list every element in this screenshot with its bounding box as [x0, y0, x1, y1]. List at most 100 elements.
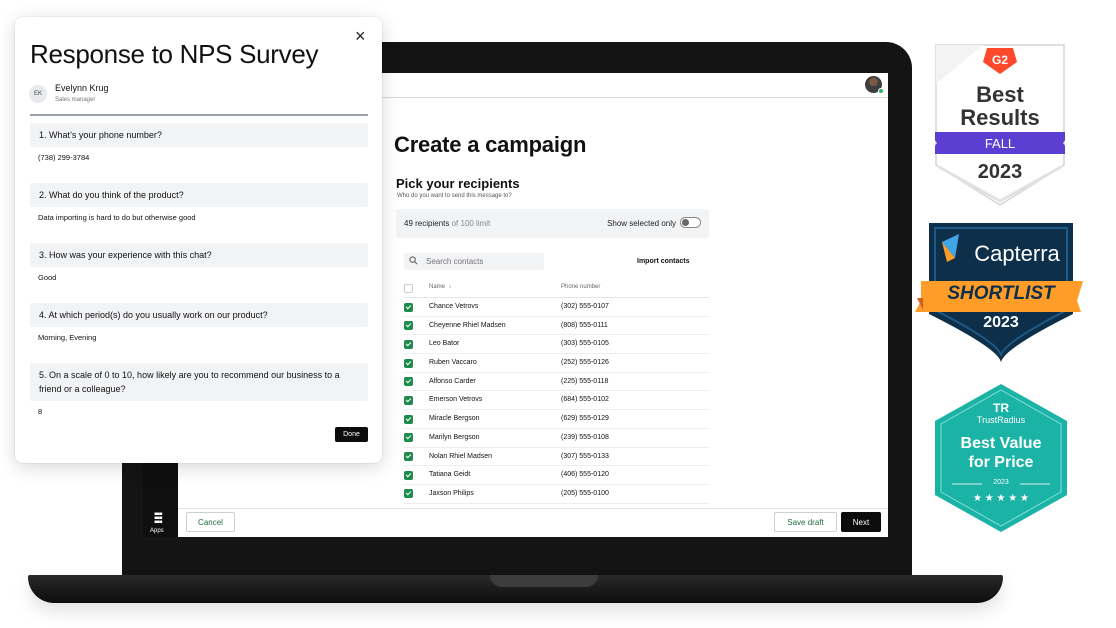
section-subtitle: Who do you want to send this message to? [397, 193, 512, 199]
cancel-button[interactable]: Cancel [186, 512, 235, 532]
contact-phone: (406) 555-0120 [561, 471, 609, 479]
recipients-limit: of 100 limit [451, 219, 491, 228]
side-rail: ▪▪▪ ▪▪▪ ▪▪▪ Apps [143, 463, 178, 537]
trustradius-line2: for Price [968, 454, 1034, 471]
online-status-indicator [878, 88, 884, 94]
trustradius-line1: Best Value [960, 435, 1042, 452]
contact-name: Marilyn Bergson [429, 433, 480, 441]
page-title: Create a campaign [394, 132, 587, 157]
row-checkbox[interactable] [404, 302, 413, 312]
save-draft-button[interactable]: Save draft [774, 512, 837, 532]
g2-line2: Results [960, 105, 1040, 130]
show-selected-label: Show selected only [607, 219, 676, 228]
table-row[interactable]: Alfonso Carder (225) 555-0118 [404, 373, 709, 392]
select-all-checkbox[interactable] [404, 284, 413, 293]
answer-5: 8 [38, 407, 43, 416]
search-input[interactable] [426, 253, 541, 270]
contact-name: Miracle Bergson [429, 415, 480, 423]
table-body: Chance Vetrovs (302) 555-0107 Cheyenne Rhi… [404, 298, 709, 504]
table-row[interactable]: Nolan Rhiel Madsen (307) 555-0133 [404, 448, 709, 467]
recipients-count: 49 recipients of 100 limit [404, 219, 490, 228]
column-header-phone: Phone number [561, 284, 601, 290]
footer-bar: Cancel Save draft Next [178, 508, 888, 537]
table-row[interactable]: Leo Bator (303) 555-0105 [404, 335, 709, 355]
contact-phone: (307) 555-0133 [561, 452, 609, 460]
trustradius-year: 2023 [993, 479, 1009, 486]
contact-phone: (808) 555-0111 [561, 321, 608, 329]
question-1: 1. What’s your phone number? [30, 123, 368, 147]
table-row[interactable]: Chance Vetrovs (302) 555-0107 [404, 298, 709, 317]
toggle-knob [682, 219, 689, 226]
row-checkbox[interactable] [404, 470, 413, 480]
laptop-notch [490, 575, 598, 587]
table-row[interactable]: Ruben Vaccaro (252) 555-0126 [404, 354, 709, 373]
question-5: 5. On a scale of 0 to 10, how likely are… [30, 363, 368, 401]
capterra-name: Capterra [974, 241, 1060, 266]
g2-badge: G2 Best Results FALL 2023 [935, 44, 1065, 206]
contact-name: Ruben Vaccaro [429, 359, 477, 367]
row-checkbox[interactable] [404, 452, 413, 461]
table-header: Name ↓ Phone number [404, 278, 709, 298]
answer-4: Morning, Evening [38, 333, 97, 342]
sort-arrow-icon: ↓ [448, 284, 452, 290]
question-2: 2. What do you think of the product? [30, 183, 368, 207]
capterra-year: 2023 [983, 314, 1019, 331]
answer-1: (738) 299-3784 [38, 153, 90, 162]
capterra-badge: Capterra SHORTLIST 2023 [915, 222, 1087, 364]
modal-title: Response to NPS Survey [30, 39, 319, 69]
nps-response-modal: Response to NPS Survey × EK Evelynn Krug… [15, 17, 382, 463]
row-checkbox[interactable] [404, 358, 413, 368]
apps-label[interactable]: Apps [150, 528, 164, 534]
star-rating-icon: ★ ★ ★ ★ ★ [973, 493, 1029, 504]
search-icon [409, 256, 418, 265]
user-role: Sales manager [55, 97, 96, 103]
table-row[interactable]: Miracle Bergson (629) 555-0129 [404, 410, 709, 429]
contact-phone: (302) 555-0107 [561, 303, 609, 310]
recipients-summary: 49 recipients of 100 limit Show selected… [396, 209, 709, 238]
table-row[interactable]: Tatiana Geidt (406) 555-0120 [404, 466, 709, 485]
show-selected-toggle[interactable] [680, 217, 701, 228]
next-button[interactable]: Next [841, 512, 881, 532]
contact-name: Leo Bator [429, 340, 460, 348]
row-checkbox[interactable] [404, 433, 413, 443]
import-contacts-button[interactable]: Import contacts [637, 258, 690, 265]
contact-phone: (205) 555-0100 [561, 489, 609, 497]
divider [30, 114, 368, 116]
contact-name: Alfonso Carder [429, 377, 476, 385]
row-checkbox[interactable] [404, 321, 413, 331]
trustradius-logo: TR [993, 401, 1009, 415]
row-checkbox[interactable] [404, 377, 413, 387]
g2-ribbon: FALL [984, 136, 1016, 151]
contact-phone: (239) 555-0108 [561, 433, 609, 441]
close-icon[interactable]: × [355, 26, 366, 47]
row-checkbox[interactable] [404, 414, 413, 424]
trustradius-name: TrustRadius [976, 415, 1026, 425]
question-4: 4. At which period(s) do you usually wor… [30, 303, 368, 327]
row-checkbox[interactable] [404, 339, 413, 349]
contact-name: Tatiana Geidt [429, 471, 471, 479]
contact-phone: (252) 555-0126 [561, 359, 609, 367]
contact-phone: (303) 555-0105 [561, 340, 609, 348]
table-row[interactable]: Marilyn Bergson (239) 555-0108 [404, 429, 709, 448]
contact-phone: (225) 555-0118 [561, 377, 609, 385]
contact-name: Nolan Rhiel Madsen [429, 452, 493, 460]
user-initials-avatar: EK [29, 85, 47, 103]
row-checkbox[interactable] [404, 395, 413, 405]
table-row[interactable]: Jaxson Philips (205) 555-0100 [404, 485, 709, 504]
done-button[interactable]: Done [335, 427, 368, 442]
apps-grid-icon[interactable]: ▪▪▪ ▪▪▪ ▪▪▪ [154, 510, 163, 528]
table-row[interactable]: Emerson Vetrovs (684) 555-0102 [404, 391, 709, 411]
contact-name: Emerson Vetrovs [429, 396, 483, 404]
table-row[interactable]: Cheyenne Rhiel Madsen (808) 555-0111 [404, 317, 709, 336]
search-box [404, 253, 544, 270]
section-title: Pick your recipients [396, 176, 520, 191]
user-name: Evelynn Krug [55, 83, 109, 93]
capterra-ribbon: SHORTLIST [947, 283, 1055, 304]
question-3: 3. How was your experience with this cha… [30, 243, 368, 267]
column-header-name[interactable]: Name ↓ [429, 284, 451, 290]
contact-name: Chance Vetrovs [429, 303, 479, 310]
row-checkbox[interactable] [404, 489, 413, 499]
g2-year: 2023 [977, 161, 1023, 183]
answer-2: Data importing is hard to do but otherwi… [38, 213, 196, 222]
g2-logo: G2 [991, 53, 1008, 67]
